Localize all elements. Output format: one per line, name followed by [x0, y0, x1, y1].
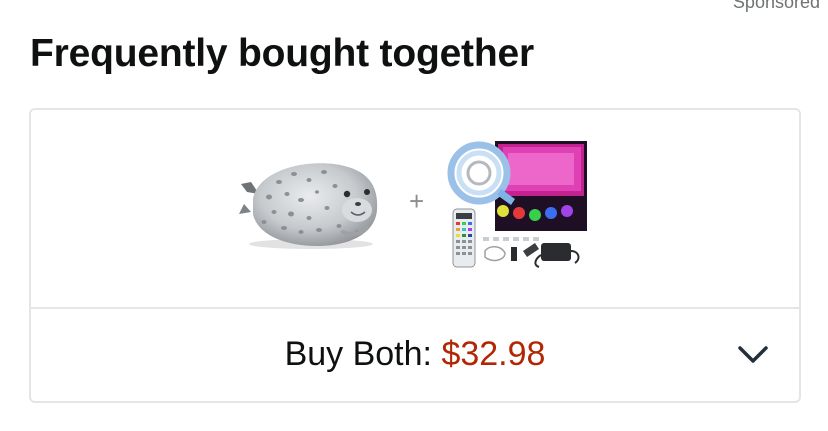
product-images-row: + [31, 110, 799, 307]
buy-both-price: $32.98 [441, 335, 546, 373]
section-title: Frequently bought together [30, 32, 534, 75]
chevron-down-icon[interactable] [736, 341, 770, 367]
frequently-bought-together-card: + Buy Both: $32.98 [29, 108, 801, 403]
plus-sign: + [409, 186, 425, 216]
buy-both-label: Buy Both: [284, 335, 432, 373]
sponsored-label: Sponsored [732, 0, 820, 12]
buy-both-row[interactable]: Buy Both: $32.98 [31, 309, 799, 401]
seal-plush-image[interactable] [239, 152, 389, 252]
led-strip-lights-image[interactable] [445, 139, 591, 273]
buy-both-text: Buy Both: $32.98 [31, 334, 799, 374]
